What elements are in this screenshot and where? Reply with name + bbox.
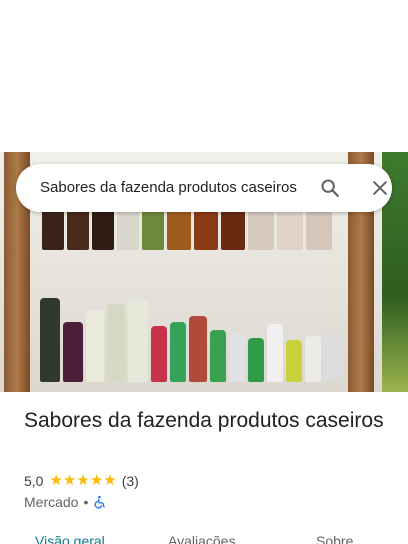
- separator-dot: •: [83, 494, 89, 510]
- shelf-items-bottom: [40, 282, 342, 382]
- tab-overview[interactable]: Visão geral: [35, 532, 105, 544]
- place-tabs: Visão geral Avaliações Sobre: [0, 530, 408, 544]
- rating-stars: ★ ★ ★ ★ ★: [49, 472, 116, 490]
- search-icon: [321, 179, 339, 197]
- place-category: Mercado: [24, 494, 79, 510]
- rating-score: 5,0: [24, 473, 44, 489]
- tab-reviews[interactable]: Avaliações: [168, 532, 235, 544]
- star-icon: ★: [62, 472, 77, 489]
- category-row: Mercado •: [24, 493, 107, 511]
- search-button[interactable]: [314, 172, 346, 204]
- clear-search-button[interactable]: [364, 172, 396, 204]
- map-blank-area: [0, 0, 408, 152]
- place-title: Sabores da fazenda produtos caseiros: [24, 409, 384, 432]
- wheelchair-accessible-icon: [94, 495, 106, 509]
- star-icon: ★: [76, 472, 90, 489]
- star-icon: ★: [89, 472, 104, 489]
- star-icon: ★: [49, 472, 63, 489]
- star-icon: ★: [103, 472, 117, 489]
- rating-row[interactable]: 5,0 ★ ★ ★ ★ ★ (3): [24, 472, 139, 490]
- search-input[interactable]: Sabores da fazenda produtos caseiros: [40, 164, 304, 212]
- search-bar[interactable]: Sabores da fazenda produtos caseiros: [16, 164, 392, 212]
- review-count[interactable]: (3): [122, 473, 139, 489]
- tab-about[interactable]: Sobre: [316, 532, 353, 544]
- close-icon: [373, 181, 387, 195]
